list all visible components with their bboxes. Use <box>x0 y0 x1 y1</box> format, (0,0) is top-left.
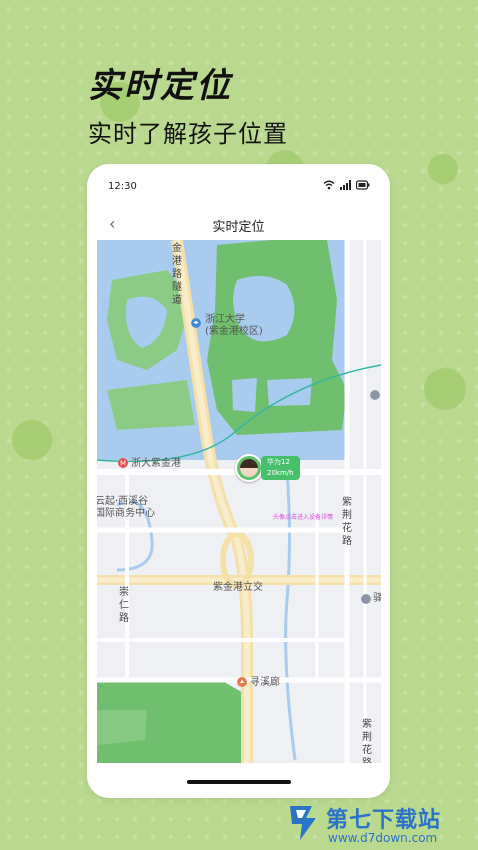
map-label-partial: 驿 <box>373 593 381 604</box>
status-icons <box>323 180 370 190</box>
promo-subtitle: 实时了解孩子位置 <box>88 120 288 148</box>
phone-screen: 12:30 ‹ 实时定位 金港路隧道 浙江大学 (紫金港校区) M 浙大紫金港 … <box>87 164 390 798</box>
device-speed: 20km/h <box>267 469 294 477</box>
battery-icon <box>356 180 370 190</box>
map-label-road-left: 崇仁路 <box>119 587 129 624</box>
decor-circle <box>12 420 52 460</box>
device-info-bubble[interactable]: 华为12 20km/h <box>261 456 300 480</box>
map-view[interactable]: 金港路隧道 浙江大学 (紫金港校区) M 浙大紫金港 云起·西溪谷 国际商务中心… <box>97 240 381 763</box>
site-url: www.d7down.com <box>328 831 438 845</box>
metro-station-icon: M <box>118 458 128 468</box>
poi-icon <box>370 390 380 400</box>
map-label-road-right-top: 紫荆花路 <box>342 497 352 547</box>
promo-headline: 实时定位 <box>88 66 232 106</box>
avatar-hair <box>240 459 258 468</box>
map-label-station: 浙大紫金港 <box>131 458 181 469</box>
wifi-icon <box>323 180 335 190</box>
nav-bar: ‹ 实时定位 <box>87 208 390 242</box>
device-hint: 头像点击进入设备详情 <box>273 514 334 521</box>
map-label-tunnel: 金港路隧道 <box>172 243 182 306</box>
signal-icon <box>340 180 351 190</box>
home-indicator[interactable] <box>187 780 291 784</box>
site-name: 第七下载站 <box>326 808 442 833</box>
map-label-road-right-bottom: 紫荆花路 <box>362 719 372 763</box>
page-title: 实时定位 <box>212 220 265 235</box>
poi-icon <box>361 594 371 604</box>
status-time: 12:30 <box>108 181 137 192</box>
device-name: 华为12 <box>267 458 290 466</box>
map-label-university: 浙江大学 (紫金港校区) <box>205 314 263 337</box>
site-watermark: 第七下载站 www.d7down.com <box>286 800 476 848</box>
child-avatar-marker[interactable] <box>235 454 263 482</box>
decor-circle <box>424 368 466 410</box>
map-label-xunxi: 寻溪廊 <box>250 677 280 688</box>
map-label-interchange: 紫金港立交 <box>213 582 263 593</box>
map-label-building: 云起·西溪谷 国际商务中心 <box>97 496 155 519</box>
decor-circle <box>428 154 458 184</box>
university-pin-icon <box>191 318 201 328</box>
svg-text:M: M <box>120 460 126 468</box>
site-logo-icon <box>290 806 316 840</box>
location-pin-icon <box>237 677 247 687</box>
status-bar: 12:30 <box>87 164 390 208</box>
